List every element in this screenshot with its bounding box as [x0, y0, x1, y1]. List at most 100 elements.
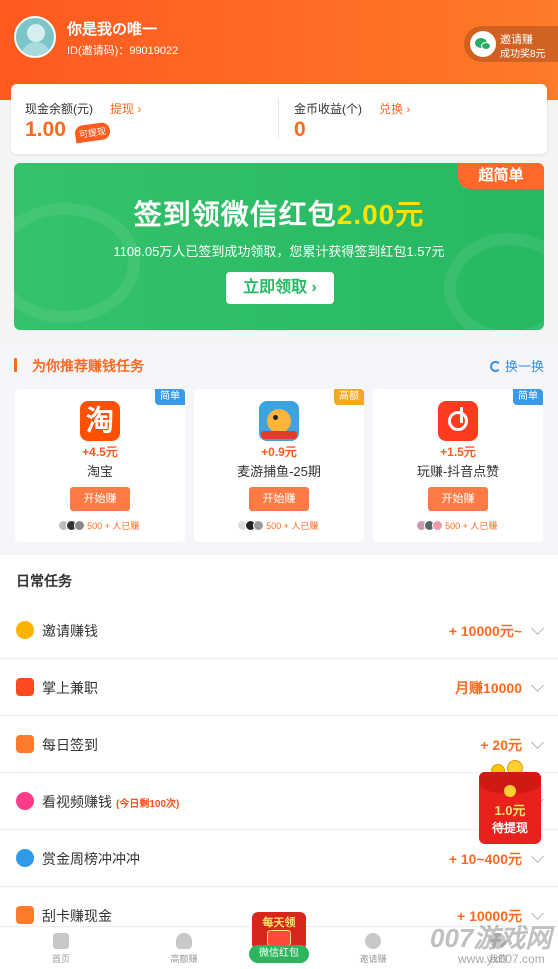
users-icon: [16, 621, 34, 639]
daily-task-label: 邀请赚钱: [42, 623, 98, 639]
signin-banner[interactable]: 超简单 签到领微信红包2.00元 1108.05万人已签到成功领取，您累计获得签…: [14, 163, 544, 330]
user-id: ID(邀请码)：99019022: [67, 45, 179, 57]
taobao-icon: 淘: [80, 401, 120, 441]
avatar-body: [21, 42, 51, 56]
wechat-red-packet-button[interactable]: 每天领 微信红包: [249, 910, 309, 966]
nav-invite[interactable]: 邀请赚: [333, 933, 413, 965]
withdraw-link[interactable]: 提现 ›: [110, 100, 141, 117]
coin-balance: 金币收益(个) 兑换 › 0: [294, 84, 544, 154]
refresh-label: 换一换: [504, 359, 544, 374]
daily-task-reward: + 10000元~: [448, 623, 522, 639]
invite-subtitle: 成功奖8元: [500, 49, 546, 60]
coin-value: 0: [294, 118, 306, 141]
music-app-icon: [438, 401, 478, 441]
task-name: 麦游捕鱼-25期: [237, 464, 321, 479]
task-reward: +1.5元: [440, 445, 476, 459]
nav-home[interactable]: 首页: [21, 933, 101, 965]
task-users: 500 + 人已赚: [194, 519, 364, 532]
pending-withdraw-envelope[interactable]: 1.0元 待提现: [477, 758, 543, 846]
calendar-icon: [16, 735, 34, 753]
cash-balance: 现金余额(元) 提现 › 1.00 可提现: [25, 84, 275, 154]
divider: [278, 98, 279, 138]
task-card[interactable]: 简单 +1.5元 玩赚-抖音点赞 开始赚 500 + 人已赚: [373, 389, 543, 542]
red-envelope-icon: [267, 930, 291, 946]
chevron-down-icon: [531, 850, 544, 863]
daily-task-row[interactable]: 每日签到 + 20元: [0, 716, 558, 773]
cash-value: 1.00: [25, 118, 66, 141]
chevron-down-icon: [531, 622, 544, 635]
medal-icon: [16, 849, 34, 867]
balance-card: 现金余额(元) 提现 › 1.00 可提现 金币收益(个) 兑换 › 0: [11, 84, 547, 154]
daily-task-row[interactable]: 看视频赚钱 (今日剩100次): [0, 773, 558, 830]
task-reward: +4.5元: [82, 445, 118, 459]
coin-label: 金币收益(个): [294, 102, 362, 116]
daily-task-label: 掌上兼职: [42, 680, 98, 696]
task-users-count: 500 + 人已赚: [266, 521, 319, 531]
refresh-icon: [489, 361, 501, 372]
claim-now-button[interactable]: 立即领取 ›: [226, 272, 334, 304]
recommended-tasks: 为你推荐赚钱任务 换一换 简单 淘 +4.5元 淘宝 开始赚 500 + 人已赚…: [0, 345, 558, 555]
task-tag: 高额: [334, 389, 364, 405]
daily-task-label: 刮卡赚现金: [42, 908, 112, 924]
start-earn-button[interactable]: 开始赚: [428, 487, 488, 511]
avatar[interactable]: [14, 16, 56, 58]
daily-title: 日常任务: [16, 573, 72, 589]
start-earn-button[interactable]: 开始赚: [249, 487, 309, 511]
section-marker: [14, 358, 17, 372]
exchange-link[interactable]: 兑换 ›: [379, 100, 410, 117]
daily-task-label: 赏金周榜冲冲冲: [42, 851, 140, 867]
section-title: 为你推荐赚钱任务: [32, 358, 144, 374]
task-users: 500 + 人已赚: [373, 519, 543, 532]
refresh-button[interactable]: 换一换: [489, 356, 544, 375]
money-bag-icon: [176, 933, 192, 949]
fishing-game-icon: [259, 401, 299, 441]
daily-task-row[interactable]: 掌上兼职 月赚10000: [0, 659, 558, 716]
nav-label: 邀请赚: [359, 954, 387, 964]
daily-task-label: 看视频赚钱 (今日剩100次): [42, 794, 180, 810]
watermark-logo: 007游戏网: [430, 923, 552, 953]
task-users-count: 500 + 人已赚: [87, 521, 140, 531]
center-label: 微信红包: [249, 945, 309, 963]
nav-high-earn[interactable]: 高额赚: [144, 933, 224, 965]
daily-task-reward: + 20元: [480, 737, 522, 753]
chevron-down-icon: [531, 679, 544, 692]
daily-task-reward: + 10~400元: [448, 851, 522, 867]
banner-title-text: 签到领微信红包: [133, 199, 337, 230]
task-tag: 简单: [513, 389, 543, 405]
task-card[interactable]: 简单 淘 +4.5元 淘宝 开始赚 500 + 人已赚: [15, 389, 185, 542]
task-name: 玩赚-抖音点赞: [416, 464, 500, 479]
avatar-face: [27, 24, 45, 42]
gift-icon: [16, 906, 34, 924]
daily-task-remaining: (今日剩100次): [116, 799, 180, 810]
daily-tasks: 日常任务 邀请赚钱 + 10000元~ 掌上兼职 月赚10000 每日签到 + …: [0, 555, 558, 969]
start-earn-button[interactable]: 开始赚: [70, 487, 130, 511]
chevron-down-icon: [531, 736, 544, 749]
task-card[interactable]: 高额 +0.9元 麦游捕鱼-25期 开始赚 500 + 人已赚: [194, 389, 364, 542]
watermark: 007游戏网 www.yx007.com: [424, 914, 558, 969]
play-icon: [16, 792, 34, 810]
wechat-icon: [470, 31, 496, 57]
task-tag: 简单: [155, 389, 185, 405]
banner-tag: 超简单: [458, 163, 544, 189]
red-packet-icon: [16, 678, 34, 696]
task-reward: +0.9元: [261, 445, 297, 459]
envelope-amount: 1.0元: [494, 803, 526, 818]
nav-label: 高额赚: [170, 954, 198, 964]
home-icon: [53, 933, 69, 949]
task-users-count: 500 + 人已赚: [445, 521, 498, 531]
center-top-label: 每天领: [262, 917, 296, 929]
nav-label: 首页: [51, 954, 70, 964]
daily-task-row[interactable]: 邀请赚钱 + 10000元~: [0, 602, 558, 659]
envelope-label: 待提现: [491, 821, 528, 835]
banner-title-amount: 2.00元: [336, 199, 425, 230]
banner-title: 签到领微信红包2.00元: [14, 193, 544, 233]
daily-task-reward: 月赚10000: [455, 680, 522, 696]
banner-subtitle: 1108.05万人已签到成功领取，您累计获得签到红包1.57元: [113, 244, 445, 259]
daily-task-label: 每日签到: [42, 737, 98, 753]
daily-task-row[interactable]: 赏金周榜冲冲冲 + 10~400元: [0, 830, 558, 887]
task-name: 淘宝: [86, 464, 113, 479]
user-name: 你是我の唯一: [67, 21, 158, 38]
cash-label: 现金余额(元): [25, 102, 93, 116]
invite-button[interactable]: 邀请赚 成功奖8元: [464, 26, 558, 62]
task-users: 500 + 人已赚: [15, 519, 185, 532]
